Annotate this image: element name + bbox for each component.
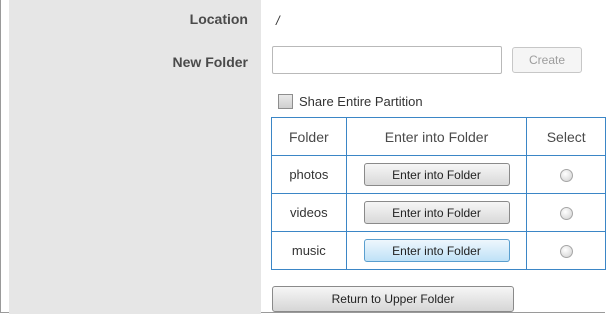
select-cell	[526, 193, 606, 232]
select-radio[interactable]	[559, 207, 573, 221]
enter-cell: Enter into Folder	[345, 231, 528, 270]
select-cell	[526, 155, 606, 194]
folder-name: videos	[271, 193, 347, 232]
table-header-row: Folder Enter into Folder Select	[271, 117, 606, 156]
new-folder-input[interactable]	[272, 46, 502, 74]
folder-name: music	[271, 231, 347, 270]
share-partition-label: Share Entire Partition	[299, 93, 423, 109]
select-radio[interactable]	[559, 245, 573, 259]
header-select: Select	[526, 117, 606, 156]
share-partition-checkbox[interactable]	[278, 93, 293, 109]
header-enter-into-folder: Enter into Folder	[345, 117, 528, 156]
location-label: Location	[189, 11, 248, 27]
label-column	[9, 0, 261, 314]
folder-name: photos	[271, 155, 347, 194]
select-radio[interactable]	[559, 169, 573, 183]
enter-folder-button[interactable]: Enter into Folder	[363, 239, 510, 262]
enter-cell: Enter into Folder	[345, 193, 528, 232]
enter-cell: Enter into Folder	[345, 155, 528, 194]
location-value: /	[276, 13, 280, 28]
select-cell	[526, 231, 606, 270]
return-upper-folder-button[interactable]: Return to Upper Folder	[272, 286, 514, 312]
create-button[interactable]: Create	[512, 47, 582, 73]
enter-folder-button[interactable]: Enter into Folder	[363, 201, 510, 224]
table-row: videos Enter into Folder	[271, 193, 606, 232]
table-row: music Enter into Folder	[271, 231, 606, 270]
share-partition-option[interactable]: Share Entire Partition	[278, 91, 423, 111]
header-folder: Folder	[271, 117, 347, 156]
table-row: photos Enter into Folder	[271, 155, 606, 194]
new-folder-label: New Folder	[172, 54, 248, 70]
folder-table: Folder Enter into Folder Select photos E…	[271, 117, 606, 270]
enter-folder-button[interactable]: Enter into Folder	[363, 163, 510, 186]
